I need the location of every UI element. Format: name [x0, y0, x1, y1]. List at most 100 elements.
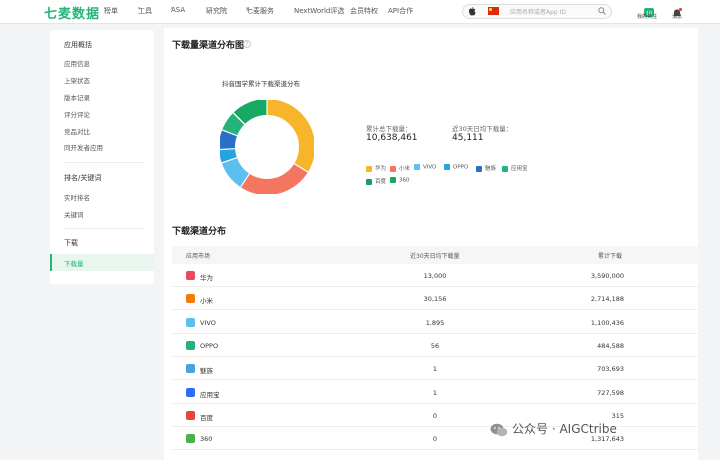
- sidebar-item-same-developer[interactable]: 同开发者应用: [64, 142, 103, 152]
- brand-logo[interactable]: 七麦数据: [44, 3, 100, 22]
- legend-swatch: [444, 164, 450, 170]
- legend-label: 魅族: [485, 166, 497, 172]
- legend-swatch: [414, 164, 420, 170]
- chart-title: 抖音国学累计下载渠道分布: [222, 80, 300, 88]
- search-input[interactable]: 应用名称或者App ID: [510, 7, 566, 16]
- chevron-down-icon: ▾: [206, 6, 209, 12]
- legend-swatch: [366, 165, 372, 172]
- app-market-icon: [186, 387, 195, 397]
- legend-item[interactable]: OPPO: [444, 164, 468, 171]
- avg-daily-downloads: 1: [432, 365, 438, 374]
- sidebar-item-version-history[interactable]: 版本记录: [64, 92, 90, 102]
- sidebar-divider: [64, 228, 144, 229]
- app-market-icon: [186, 317, 195, 327]
- chevron-down-icon: ▾: [246, 6, 249, 12]
- market-name: 360: [200, 435, 213, 444]
- sidebar-divider: [64, 162, 144, 163]
- nav-item-nextworld[interactable]: NextWorld评选: [294, 6, 344, 16]
- chevron-down-icon: ▾: [138, 6, 141, 12]
- column-header-avg-30d: 近30天日均下载量: [410, 253, 460, 260]
- market-name: 小米: [200, 297, 213, 306]
- sidebar-item-realtime-rank[interactable]: 实时排名: [64, 192, 90, 202]
- app-market-icon: [186, 294, 195, 304]
- nav-item-api[interactable]: API合作: [388, 6, 413, 16]
- legend-item[interactable]: 应用宝: [502, 164, 528, 172]
- market-name: 应用宝: [200, 390, 220, 399]
- app-market-icon: [186, 434, 195, 444]
- sidebar-group-app-overview: 应用概括: [64, 41, 92, 49]
- sidebar: 应用概括 应用信息 上架状态 版本记录 评分评论 竞品对比 同开发者应用 排名/…: [50, 30, 154, 284]
- legend-label: 百度: [375, 179, 387, 185]
- total-downloads-value: 10,638,461: [366, 133, 418, 143]
- total-downloads-label: 累计总下载量：: [366, 125, 412, 133]
- column-header-total: 累计下载: [598, 253, 623, 260]
- avg-daily-downloads: 13,000: [423, 272, 447, 280]
- avg-daily-downloads: 0: [432, 411, 438, 420]
- total-downloads: 484,588: [597, 341, 624, 350]
- my-follow-label[interactable]: 我的关注: [637, 13, 657, 20]
- legend-swatch: [390, 165, 396, 172]
- legend-item[interactable]: 百度: [366, 177, 386, 185]
- chevron-down-icon: ▾: [171, 6, 174, 12]
- app-market-icon: [186, 410, 195, 420]
- sidebar-item-keywords[interactable]: 关键词: [64, 209, 84, 219]
- bell-icon[interactable]: [672, 3, 682, 16]
- avg-daily-downloads-value: 45,111: [452, 133, 484, 143]
- total-downloads: 3,590,000: [590, 272, 624, 280]
- market-name: 百度: [200, 413, 213, 422]
- sidebar-item-downloads[interactable]: 下载量: [64, 258, 84, 268]
- nav-item-membership[interactable]: 会员特权: [350, 6, 378, 16]
- help-icon[interactable]: ?: [243, 40, 251, 48]
- slice-separator: [220, 148, 236, 151]
- section-title-download-distribution-chart: 下载量渠道分布图: [172, 41, 245, 51]
- avg-daily-downloads: 30,156: [423, 295, 447, 304]
- app-market-icon: [186, 340, 195, 350]
- sidebar-item-listing-status[interactable]: 上架状态: [64, 75, 90, 85]
- total-downloads: 703,693: [597, 365, 624, 374]
- legend-item[interactable]: 小米: [390, 164, 410, 172]
- messages-label[interactable]: 消息: [672, 13, 682, 20]
- legend-label: 华为: [375, 166, 387, 172]
- market-name: VIVO: [200, 318, 216, 327]
- column-header-market: 应用市场: [186, 253, 211, 260]
- avg-daily-downloads: 1,895: [425, 318, 445, 327]
- market-name: 华为: [200, 274, 213, 282]
- avg-daily-downloads: 1: [432, 388, 438, 397]
- top-bar: 七麦数据 榜单 ▾ 工具 ▾ ASA ▾ 研究院 ▾ 七麦服务 ▾ NextWo…: [0, 0, 720, 24]
- sidebar-item-ratings-reviews[interactable]: 评分评论: [64, 109, 90, 119]
- legend-label: VIVO: [423, 164, 437, 171]
- legend-item[interactable]: VIVO: [414, 164, 436, 171]
- watermark-text: 公众号 · AIGCtribe: [512, 422, 617, 436]
- total-downloads: 315: [611, 411, 624, 420]
- avg-daily-downloads: 56: [430, 341, 440, 350]
- donut-chart: [220, 100, 314, 194]
- china-flag-icon[interactable]: [488, 7, 499, 15]
- apple-icon[interactable]: [468, 7, 478, 17]
- follow-icon[interactable]: 10: [644, 3, 654, 17]
- app-market-icon: [186, 271, 195, 280]
- legend-swatch: [366, 178, 372, 185]
- market-name: 魅族: [200, 367, 213, 376]
- market-name: OPPO: [200, 341, 219, 350]
- legend-item[interactable]: 360: [390, 177, 410, 184]
- total-downloads: 2,714,188: [590, 295, 624, 304]
- app-market-icon: [186, 364, 195, 374]
- sidebar-item-competitor-compare[interactable]: 竞品对比: [64, 126, 90, 136]
- legend-item[interactable]: 华为: [366, 164, 386, 172]
- chevron-down-icon: ▾: [104, 6, 107, 12]
- avg-daily-downloads-label: 近30天日均下载量：: [452, 125, 513, 133]
- legend-swatch: [390, 177, 396, 183]
- sidebar-item-app-info[interactable]: 应用信息: [64, 58, 90, 68]
- total-downloads: 727,598: [597, 388, 624, 397]
- legend-label: OPPO: [453, 164, 469, 171]
- sidebar-group-downloads: 下载: [64, 239, 78, 247]
- legend-swatch: [476, 165, 482, 172]
- legend-label: 360: [399, 177, 410, 184]
- section-title-download-channels: 下载渠道分布: [172, 227, 227, 237]
- search-icon[interactable]: [598, 7, 606, 17]
- legend-item[interactable]: 魅族: [476, 164, 496, 172]
- total-downloads: 1,100,436: [590, 318, 624, 327]
- legend-swatch: [502, 165, 508, 172]
- wechat-icon: [490, 422, 508, 437]
- avg-daily-downloads: 0: [432, 435, 438, 444]
